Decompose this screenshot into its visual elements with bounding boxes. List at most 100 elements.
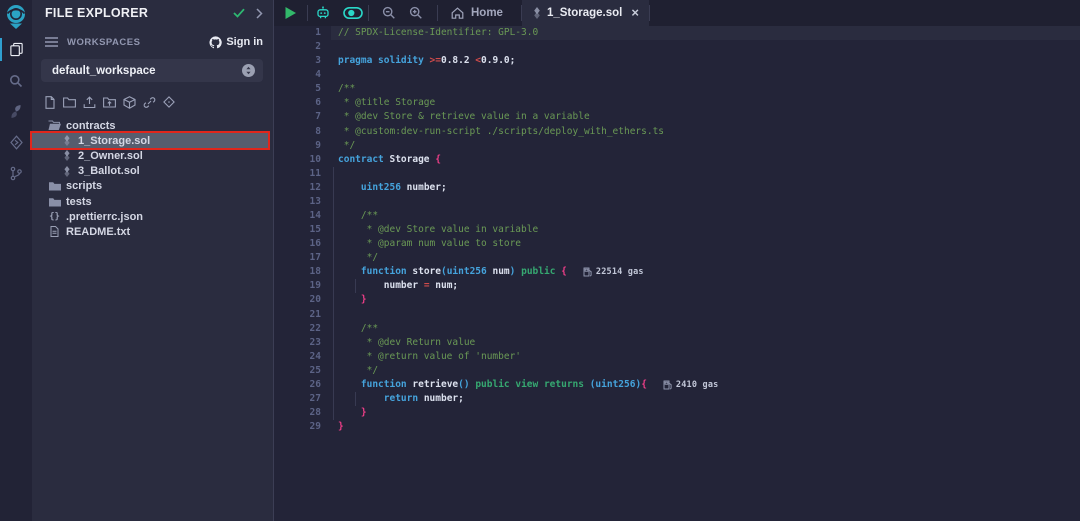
- link-icon[interactable]: [143, 96, 156, 109]
- code-line-9[interactable]: 9 */: [274, 139, 1080, 153]
- line-number[interactable]: 15: [274, 223, 321, 237]
- hamburger-menu-icon[interactable]: [45, 37, 58, 47]
- line-number[interactable]: 27: [274, 392, 321, 406]
- tree-item-label: contracts: [66, 120, 116, 132]
- tree-item-3-ballot-sol[interactable]: 3_Ballot.sol: [32, 164, 273, 179]
- tree-item-tests[interactable]: tests: [32, 194, 273, 209]
- solidity-icon: [60, 135, 73, 146]
- code-line-4[interactable]: 4: [274, 68, 1080, 82]
- code-line-17[interactable]: 17 */: [274, 251, 1080, 265]
- code-line-12[interactable]: 12 uint256 number;: [274, 181, 1080, 195]
- code-area[interactable]: 1// SPDX-License-Identifier: GPL-3.023pr…: [274, 26, 1080, 521]
- code-line-28[interactable]: 28 }: [274, 406, 1080, 420]
- tree-item-2-owner-sol[interactable]: 2_Owner.sol: [32, 148, 273, 163]
- line-number[interactable]: 3: [274, 54, 321, 68]
- code-line-1[interactable]: 1// SPDX-License-Identifier: GPL-3.0: [274, 26, 1080, 40]
- line-number[interactable]: 16: [274, 237, 321, 251]
- code-line-16[interactable]: 16 * @param num value to store: [274, 237, 1080, 251]
- tree-item-readme-txt[interactable]: README.txt: [32, 224, 273, 239]
- code-line-13[interactable]: 13: [274, 195, 1080, 209]
- tree-item--prettierrc-json[interactable]: {}.prettierrc.json: [32, 209, 273, 224]
- tree-item-contracts[interactable]: contracts: [32, 118, 273, 133]
- code-line-2[interactable]: 2: [274, 40, 1080, 54]
- rail-item-solidity-compiler[interactable]: [0, 96, 32, 127]
- line-number[interactable]: 21: [274, 308, 321, 322]
- tab-1-storage-sol[interactable]: 1_Storage.sol ×: [522, 0, 649, 26]
- rail-item-search[interactable]: [0, 65, 32, 96]
- code-line-8[interactable]: 8 * @custom:dev-run-script ./scripts/dep…: [274, 125, 1080, 139]
- upload-folder-icon[interactable]: [103, 96, 116, 108]
- line-number[interactable]: 11: [274, 167, 321, 181]
- line-content: uint256 number;: [331, 181, 1080, 195]
- code-line-21[interactable]: 21: [274, 308, 1080, 322]
- upload-file-icon[interactable]: [83, 96, 96, 109]
- line-number[interactable]: 28: [274, 406, 321, 420]
- new-folder-icon[interactable]: [63, 96, 76, 108]
- line-number[interactable]: 14: [274, 209, 321, 223]
- line-number[interactable]: 17: [274, 251, 321, 265]
- tree-item-1-storage-sol[interactable]: 1_Storage.sol: [32, 133, 268, 148]
- line-number[interactable]: 5: [274, 82, 321, 96]
- code-line-10[interactable]: 10 contract Storage {: [274, 153, 1080, 167]
- code-line-23[interactable]: 23 * @dev Return value: [274, 336, 1080, 350]
- zoom-out-button[interactable]: [375, 6, 402, 20]
- check-icon[interactable]: [233, 8, 245, 18]
- github-icon: [209, 36, 222, 49]
- chevron-right-icon[interactable]: [256, 8, 263, 19]
- code-line-6[interactable]: 6 * @title Storage: [274, 96, 1080, 110]
- line-number[interactable]: 10: [274, 153, 321, 167]
- line-number[interactable]: 7: [274, 110, 321, 124]
- code-line-19[interactable]: 19 number = num;: [274, 279, 1080, 293]
- code-line-29[interactable]: 29}: [274, 420, 1080, 434]
- code-line-24[interactable]: 24 * @return value of 'number': [274, 350, 1080, 364]
- line-number[interactable]: 23: [274, 336, 321, 350]
- line-content: }: [331, 406, 1080, 420]
- close-tab-icon[interactable]: ×: [631, 8, 639, 18]
- code-line-25[interactable]: 25 */: [274, 364, 1080, 378]
- line-number[interactable]: 26: [274, 378, 321, 392]
- line-number[interactable]: 6: [274, 96, 321, 110]
- line-number[interactable]: 8: [274, 125, 321, 139]
- code-line-15[interactable]: 15 * @dev Store value in variable: [274, 223, 1080, 237]
- code-line-26[interactable]: 26 function retrieve() public view retur…: [274, 378, 1080, 392]
- line-number[interactable]: 24: [274, 350, 321, 364]
- run-script-button[interactable]: [274, 6, 307, 20]
- copilot-toggle[interactable]: [337, 6, 368, 20]
- code-line-5[interactable]: 5/**: [274, 82, 1080, 96]
- tree-item-scripts[interactable]: scripts: [32, 179, 273, 194]
- code-line-22[interactable]: 22 /**: [274, 322, 1080, 336]
- line-number[interactable]: 12: [274, 181, 321, 195]
- line-number[interactable]: 9: [274, 139, 321, 153]
- line-number[interactable]: 13: [274, 195, 321, 209]
- code-line-27[interactable]: 27 return number;: [274, 392, 1080, 406]
- workspace-select[interactable]: default_workspace: [41, 59, 263, 82]
- line-content: */: [331, 139, 1080, 153]
- rail-item-file-explorer[interactable]: [0, 34, 32, 65]
- cube-icon[interactable]: [123, 96, 136, 109]
- line-number[interactable]: 25: [274, 364, 321, 378]
- rail-item-git[interactable]: [0, 158, 32, 189]
- line-number[interactable]: 19: [274, 279, 321, 293]
- line-number[interactable]: 4: [274, 68, 321, 82]
- remix-logo-icon[interactable]: [0, 0, 32, 34]
- rail-item-deploy-and-run[interactable]: [0, 127, 32, 158]
- code-line-11[interactable]: 11: [274, 167, 1080, 181]
- line-content: contract Storage {: [331, 153, 1080, 167]
- line-number[interactable]: 20: [274, 293, 321, 307]
- line-number[interactable]: 22: [274, 322, 321, 336]
- code-line-7[interactable]: 7 * @dev Store & retrieve value in a var…: [274, 110, 1080, 124]
- code-line-18[interactable]: 18 function store(uint256 num) public {2…: [274, 265, 1080, 279]
- sign-in-button[interactable]: Sign in: [209, 36, 263, 49]
- line-number[interactable]: 2: [274, 40, 321, 54]
- line-number[interactable]: 18: [274, 265, 321, 279]
- zoom-in-button[interactable]: [402, 6, 429, 20]
- new-file-icon[interactable]: [44, 96, 56, 109]
- line-number[interactable]: 1: [274, 26, 321, 40]
- line-number[interactable]: 29: [274, 420, 321, 434]
- ai-bot-button[interactable]: [308, 5, 337, 21]
- code-line-14[interactable]: 14 /**: [274, 209, 1080, 223]
- code-line-3[interactable]: 3pragma solidity >=0.8.2 <0.9.0;: [274, 54, 1080, 68]
- tab-home[interactable]: Home: [438, 0, 521, 26]
- diamond-icon[interactable]: [163, 96, 175, 108]
- code-line-20[interactable]: 20 }: [274, 293, 1080, 307]
